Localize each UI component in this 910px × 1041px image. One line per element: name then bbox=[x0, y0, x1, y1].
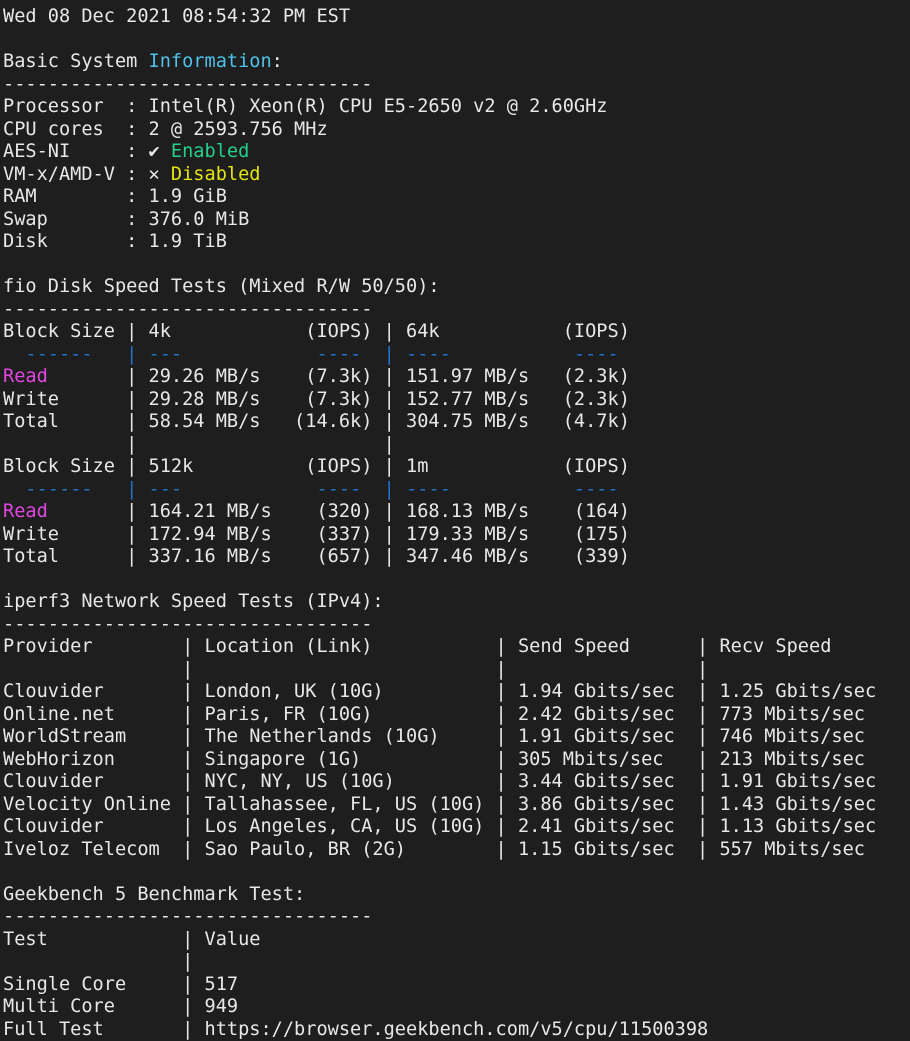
terminal-line: Read | 164.21 MB/s (320) | 168.13 MB/s (… bbox=[3, 501, 876, 524]
terminal-line: AES-NI : ✔ Enabled bbox=[3, 141, 876, 164]
terminal-text: Enabled bbox=[171, 141, 249, 162]
terminal-line bbox=[3, 861, 876, 884]
terminal-line: --------------------------------- bbox=[3, 74, 876, 97]
terminal-text: Processor : Intel(R) Xeon(R) CPU E5-2650… bbox=[3, 96, 608, 117]
terminal-text: Information bbox=[149, 51, 272, 72]
terminal-text: Basic System bbox=[3, 51, 149, 72]
terminal-line: Wed 08 Dec 2021 08:54:32 PM EST bbox=[3, 6, 876, 29]
terminal-text: RAM : 1.9 GiB bbox=[3, 186, 227, 207]
terminal-text: | bbox=[3, 951, 193, 972]
terminal-line: Clouvider | NYC, NY, US (10G) | 3.44 Gbi… bbox=[3, 771, 876, 794]
terminal-text: Block Size | 512k (IOPS) | 1m (IOPS) bbox=[3, 456, 630, 477]
terminal-line: ------ | --- ---- | ---- ---- bbox=[3, 344, 876, 367]
terminal-line: Single Core | 517 bbox=[3, 974, 876, 997]
terminal-line: iperf3 Network Speed Tests (IPv4): bbox=[3, 591, 876, 614]
terminal-line bbox=[3, 29, 876, 52]
terminal-output: Wed 08 Dec 2021 08:54:32 PM EST Basic Sy… bbox=[3, 6, 876, 1041]
terminal-text: VM-x/AMD-V : ✕ bbox=[3, 164, 171, 185]
terminal-text: Single Core | 517 bbox=[3, 974, 238, 995]
terminal-line: Write | 172.94 MB/s (337) | 179.33 MB/s … bbox=[3, 524, 876, 547]
terminal-text: | | bbox=[3, 434, 395, 455]
terminal-line: Swap : 376.0 MiB bbox=[3, 209, 876, 232]
terminal-text: AES-NI : ✔ bbox=[3, 141, 171, 162]
terminal-line: Write | 29.28 MB/s (7.3k) | 152.77 MB/s … bbox=[3, 389, 876, 412]
terminal-line: Clouvider | Los Angeles, CA, US (10G) | … bbox=[3, 816, 876, 839]
terminal-text: Block Size | 4k (IOPS) | 64k (IOPS) bbox=[3, 321, 630, 342]
terminal-line: Total | 337.16 MB/s (657) | 347.46 MB/s … bbox=[3, 546, 876, 569]
terminal-text: Online.net | Paris, FR (10G) | 2.42 Gbit… bbox=[3, 704, 865, 725]
terminal-line: Velocity Online | Tallahassee, FL, US (1… bbox=[3, 794, 876, 817]
terminal-text: Clouvider | London, UK (10G) | 1.94 Gbit… bbox=[3, 681, 876, 702]
terminal-text: WebHorizon | Singapore (1G) | 305 Mbits/… bbox=[3, 749, 865, 770]
terminal-line: | | bbox=[3, 434, 876, 457]
terminal-text: --------------------------------- bbox=[3, 74, 372, 95]
terminal-text: ------ | --- ---- | ---- ---- bbox=[3, 479, 630, 500]
terminal-line: Iveloz Telecom | Sao Paulo, BR (2G) | 1.… bbox=[3, 839, 876, 862]
terminal-text: Clouvider | NYC, NY, US (10G) | 3.44 Gbi… bbox=[3, 771, 876, 792]
terminal-line: | | | bbox=[3, 659, 876, 682]
terminal-text: Disabled bbox=[171, 164, 261, 185]
terminal-text: Clouvider | Los Angeles, CA, US (10G) | … bbox=[3, 816, 876, 837]
terminal-text: : bbox=[272, 51, 283, 72]
terminal-line: CPU cores : 2 @ 2593.756 MHz bbox=[3, 119, 876, 142]
terminal-text: Total | 58.54 MB/s (14.6k) | 304.75 MB/s… bbox=[3, 411, 630, 432]
terminal-text: Write | 29.28 MB/s (7.3k) | 152.77 MB/s … bbox=[3, 389, 630, 410]
terminal-line bbox=[3, 569, 876, 592]
terminal-line: Read | 29.26 MB/s (7.3k) | 151.97 MB/s (… bbox=[3, 366, 876, 389]
terminal-line: fio Disk Speed Tests (Mixed R/W 50/50): bbox=[3, 276, 876, 299]
terminal-line: --------------------------------- bbox=[3, 299, 876, 322]
terminal-line: Total | 58.54 MB/s (14.6k) | 304.75 MB/s… bbox=[3, 411, 876, 434]
terminal-text: CPU cores : 2 @ 2593.756 MHz bbox=[3, 119, 328, 140]
terminal-line: Disk : 1.9 TiB bbox=[3, 231, 876, 254]
terminal-line: Geekbench 5 Benchmark Test: bbox=[3, 884, 876, 907]
terminal-line: Test | Value bbox=[3, 929, 876, 952]
terminal-text: | 29.26 MB/s (7.3k) | 151.97 MB/s (2.3k) bbox=[48, 366, 630, 387]
terminal-text: | | | bbox=[3, 659, 708, 680]
terminal-text: iperf3 Network Speed Tests (IPv4): bbox=[3, 591, 384, 612]
terminal-text: --------------------------------- bbox=[3, 906, 372, 927]
terminal-line: Full Test | https://browser.geekbench.co… bbox=[3, 1019, 876, 1041]
terminal-text: --------------------------------- bbox=[3, 614, 372, 635]
terminal-line: RAM : 1.9 GiB bbox=[3, 186, 876, 209]
terminal-line: Basic System Information: bbox=[3, 51, 876, 74]
terminal-line: WebHorizon | Singapore (1G) | 305 Mbits/… bbox=[3, 749, 876, 772]
terminal-line: ------ | --- ---- | ---- ---- bbox=[3, 479, 876, 502]
terminal-text: Geekbench 5 Benchmark Test: bbox=[3, 884, 305, 905]
terminal-line bbox=[3, 254, 876, 277]
terminal-text: fio Disk Speed Tests (Mixed R/W 50/50): bbox=[3, 276, 440, 297]
terminal-line: | bbox=[3, 951, 876, 974]
terminal-text: Multi Core | 949 bbox=[3, 996, 238, 1017]
terminal-line: WorldStream | The Netherlands (10G) | 1.… bbox=[3, 726, 876, 749]
terminal-text: Iveloz Telecom | Sao Paulo, BR (2G) | 1.… bbox=[3, 839, 865, 860]
terminal-line: Processor : Intel(R) Xeon(R) CPU E5-2650… bbox=[3, 96, 876, 119]
terminal-line: Online.net | Paris, FR (10G) | 2.42 Gbit… bbox=[3, 704, 876, 727]
terminal-line: Clouvider | London, UK (10G) | 1.94 Gbit… bbox=[3, 681, 876, 704]
terminal-line: Block Size | 512k (IOPS) | 1m (IOPS) bbox=[3, 456, 876, 479]
terminal-line: Multi Core | 949 bbox=[3, 996, 876, 1019]
terminal-text: ------ | --- ---- | ---- ---- bbox=[3, 344, 630, 365]
terminal-line: Provider | Location (Link) | Send Speed … bbox=[3, 636, 876, 659]
terminal-line: VM-x/AMD-V : ✕ Disabled bbox=[3, 164, 876, 187]
terminal-line: Block Size | 4k (IOPS) | 64k (IOPS) bbox=[3, 321, 876, 344]
terminal-text: --------------------------------- bbox=[3, 299, 372, 320]
terminal-text: Full Test | https://browser.geekbench.co… bbox=[3, 1019, 708, 1040]
terminal-text: Swap : 376.0 MiB bbox=[3, 209, 249, 230]
terminal-text: Read bbox=[3, 366, 48, 387]
terminal-text: Test | Value bbox=[3, 929, 260, 950]
terminal-text: Provider | Location (Link) | Send Speed … bbox=[3, 636, 831, 657]
terminal-text: Velocity Online | Tallahassee, FL, US (1… bbox=[3, 794, 876, 815]
terminal-text: Read bbox=[3, 501, 48, 522]
terminal-text: Wed 08 Dec 2021 08:54:32 PM EST bbox=[3, 6, 350, 27]
terminal-text: | 164.21 MB/s (320) | 168.13 MB/s (164) bbox=[48, 501, 630, 522]
terminal-text: Total | 337.16 MB/s (657) | 347.46 MB/s … bbox=[3, 546, 630, 567]
terminal-line: --------------------------------- bbox=[3, 906, 876, 929]
terminal-text: WorldStream | The Netherlands (10G) | 1.… bbox=[3, 726, 865, 747]
terminal-line: --------------------------------- bbox=[3, 614, 876, 637]
terminal-text: Disk : 1.9 TiB bbox=[3, 231, 227, 252]
terminal-text: Write | 172.94 MB/s (337) | 179.33 MB/s … bbox=[3, 524, 630, 545]
